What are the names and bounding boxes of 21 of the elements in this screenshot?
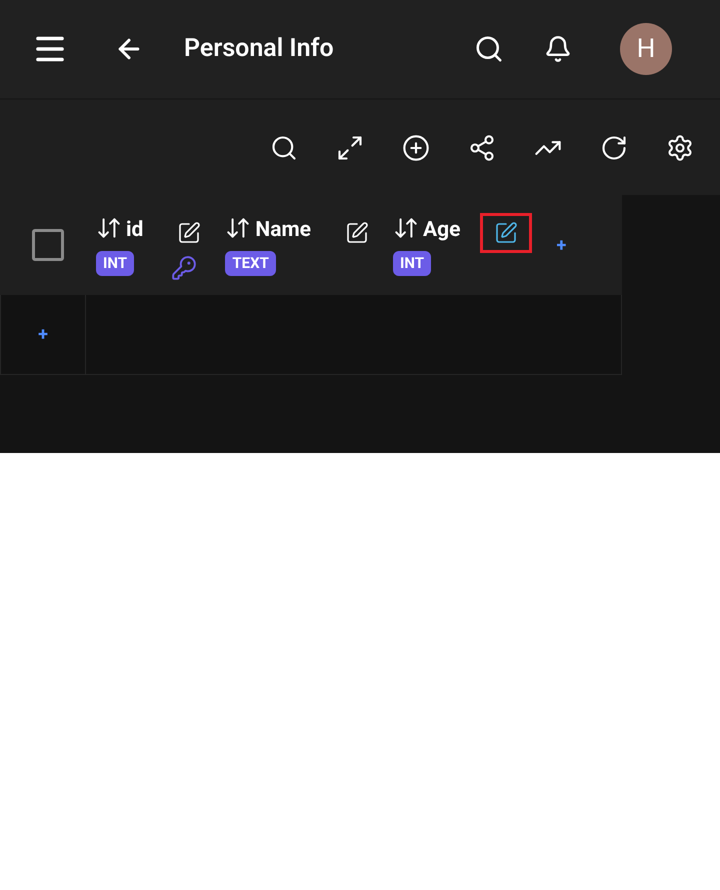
column-name: Name [255,220,311,241]
search-icon[interactable] [474,34,504,64]
settings-icon[interactable] [666,134,694,162]
key-icon [171,255,198,281]
column-name: Age [422,220,460,241]
avatar[interactable]: H [620,23,672,75]
type-badge: TEXT [225,251,276,276]
expand-icon[interactable] [336,134,364,162]
type-badge: INT [96,251,134,276]
bell-icon[interactable] [544,35,572,63]
add-column-button[interactable]: + [556,232,566,258]
type-badge: INT [392,251,432,276]
select-all-checkbox[interactable] [32,229,64,261]
refresh-icon[interactable] [600,134,628,162]
add-icon[interactable] [402,134,430,162]
share-icon[interactable] [468,134,496,162]
column-name: id [126,220,144,241]
page-title: Personal Info [184,33,334,66]
search-icon[interactable] [270,134,298,162]
add-row-button[interactable]: + [38,321,48,348]
edit-icon[interactable] [480,213,532,253]
